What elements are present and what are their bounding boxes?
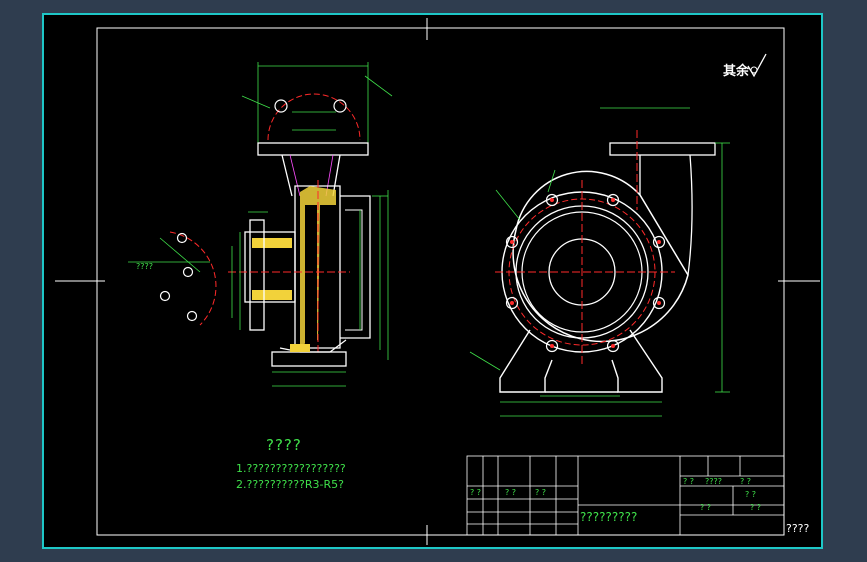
left-view-label: ???? [136, 262, 153, 271]
drawing-canvas [42, 13, 823, 549]
title-block-cell: ? ? [470, 488, 482, 497]
title-block-cell: ? ? [683, 477, 695, 486]
sheet-outer [42, 13, 823, 549]
title-block-cell: ? ? [700, 503, 712, 512]
notes-title: ???? [266, 436, 302, 454]
roughness-note: 其余 [723, 64, 750, 79]
notes-line-1: 1.????????????????? [236, 462, 346, 475]
notes-line-2: 2.??????????R3-R5? [236, 478, 344, 491]
title-block-cell: ? ? [750, 503, 762, 512]
title-block-corner: ???? [786, 522, 810, 535]
title-block-cell: ? ? [745, 490, 757, 499]
title-block-cell: ???? [705, 477, 722, 486]
title-block-cell: ? ? [740, 477, 752, 486]
title-block-cell: ? ? [505, 488, 517, 497]
title-block-big-text: ????????? [580, 510, 638, 524]
title-block-cell: ? ? [535, 488, 547, 497]
